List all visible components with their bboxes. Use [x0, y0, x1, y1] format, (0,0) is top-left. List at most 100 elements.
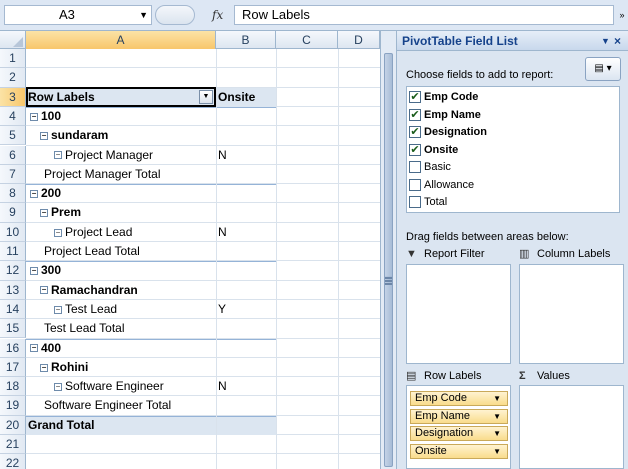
cell-a[interactable]: − Test Lead [54, 300, 117, 319]
cell-b[interactable]: Onsite [218, 88, 255, 107]
collapse-icon[interactable]: − [30, 344, 38, 353]
row-header[interactable]: 14 [0, 299, 26, 320]
cell-a[interactable]: −400 [30, 339, 61, 358]
row-header[interactable]: 15 [0, 319, 26, 339]
cell-b[interactable]: Y [218, 300, 226, 319]
collapse-icon[interactable]: − [54, 151, 62, 160]
checkbox-checked[interactable]: ✔ [409, 108, 421, 121]
cell-a[interactable]: −200 [30, 184, 61, 203]
field-item[interactable]: ✔ Emp Name [409, 107, 481, 124]
cell-b[interactable]: N [218, 223, 227, 242]
cell-a[interactable]: − Project Lead [54, 223, 132, 242]
collapse-icon[interactable]: − [30, 112, 38, 121]
row-header[interactable]: 9 [0, 203, 26, 223]
row-header[interactable]: 18 [0, 377, 26, 397]
close-icon[interactable]: × [614, 31, 621, 51]
cell-a[interactable]: Test Lead Total [44, 319, 125, 338]
column-header-b[interactable]: B [216, 31, 276, 49]
row-field-pill[interactable]: Emp Code ▼ [410, 391, 508, 406]
collapse-icon[interactable]: − [54, 228, 62, 237]
chevron-down-icon[interactable]: ▼ [493, 410, 501, 423]
row-header[interactable]: 21 [0, 435, 26, 455]
row-labels-area[interactable]: Emp Code ▼ Emp Name ▼ Designation ▼ Onsite ▼ [406, 385, 511, 469]
cell-a[interactable]: − Project Manager [54, 146, 153, 165]
row-header[interactable]: 17 [0, 357, 26, 378]
row-header[interactable]: 1 [0, 49, 26, 69]
formula-input[interactable]: Row Labels [234, 5, 614, 25]
cell-a[interactable]: Project Manager Total [44, 165, 161, 184]
row-header[interactable]: 3 [0, 87, 26, 107]
row-field-pill[interactable]: Onsite ▼ [410, 443, 508, 459]
field-item[interactable]: Basic [409, 159, 451, 176]
spreadsheet-grid[interactable]: A B C D 1 2 3 Row Labels Onsite 4−100 5− sundar… [0, 31, 380, 469]
collapse-icon[interactable]: − [40, 209, 48, 218]
checkbox-checked[interactable]: ✔ [409, 143, 421, 156]
column-header-a[interactable]: A [26, 31, 216, 49]
cell-a[interactable]: Row Labels [28, 88, 95, 107]
field-item[interactable]: ✔ Emp Code [409, 89, 478, 106]
row-header[interactable]: 5 [0, 126, 26, 146]
row-header[interactable]: 11 [0, 242, 26, 262]
checkbox-unchecked[interactable] [409, 161, 421, 174]
checkbox-unchecked[interactable] [409, 196, 421, 209]
field-item[interactable]: Allowance [409, 177, 474, 194]
cell-b[interactable]: N [218, 377, 227, 396]
select-all-button[interactable] [0, 31, 26, 49]
cell-a[interactable]: − Software Engineer [54, 377, 164, 396]
chevron-down-icon[interactable]: ▼ [493, 392, 501, 405]
cell-a[interactable]: −100 [30, 107, 61, 126]
row-header[interactable]: 2 [0, 68, 26, 88]
row-header[interactable]: 6 [0, 145, 26, 165]
row-header[interactable]: 19 [0, 396, 26, 416]
row-field-pill[interactable]: Emp Name ▼ [410, 408, 508, 424]
row-header[interactable]: 4 [0, 106, 26, 127]
cell-a[interactable]: Software Engineer Total [44, 396, 171, 415]
row-header[interactable]: 12 [0, 261, 26, 281]
collapse-icon[interactable]: − [54, 382, 62, 391]
cell-a[interactable]: − Ramachandran [40, 281, 138, 300]
collapse-icon[interactable]: − [54, 305, 62, 314]
report-filter-area[interactable] [406, 264, 511, 364]
scrollbar-thumb[interactable] [384, 53, 393, 467]
row-header[interactable]: 22 [0, 454, 26, 469]
row-header[interactable]: 16 [0, 338, 26, 358]
checkbox-checked[interactable]: ✔ [409, 126, 421, 139]
field-item[interactable]: ✔ Onsite [409, 142, 458, 159]
name-box[interactable]: A3 ▼ [4, 5, 152, 25]
cell-a[interactable]: Project Lead Total [44, 242, 140, 261]
collapse-icon[interactable]: − [40, 363, 48, 372]
row-field-pill[interactable]: Designation ▼ [410, 426, 508, 441]
formula-bar-divider[interactable] [155, 5, 195, 25]
column-header-c[interactable]: C [276, 31, 338, 49]
pane-options-chevron-icon[interactable]: ▼ [601, 31, 610, 51]
cell-a[interactable]: Grand Total [28, 416, 94, 435]
field-layout-button[interactable]: ▤ ▾ [585, 57, 621, 81]
field-item[interactable]: ✔ Designation [409, 124, 487, 141]
chevron-down-icon[interactable]: ▼ [493, 427, 501, 440]
collapse-icon[interactable]: − [40, 132, 48, 141]
column-header-d[interactable]: D [338, 31, 380, 49]
insert-function-icon[interactable]: fx [212, 5, 223, 25]
vertical-scrollbar[interactable]: ▬ ▬ ▬ [380, 31, 396, 469]
cell-a[interactable]: − Prem [40, 203, 81, 222]
expand-formula-bar-icon[interactable]: » [616, 5, 628, 25]
row-header[interactable]: 13 [0, 280, 26, 300]
checkbox-checked[interactable]: ✔ [409, 91, 421, 104]
collapse-icon[interactable]: − [30, 189, 38, 198]
row-header[interactable]: 7 [0, 164, 26, 185]
field-item[interactable]: Total [409, 194, 447, 211]
collapse-icon[interactable]: − [30, 267, 38, 276]
checkbox-unchecked[interactable] [409, 178, 421, 191]
cell-a[interactable]: − Rohini [40, 358, 88, 377]
cell-a[interactable]: −300 [30, 261, 61, 280]
values-area[interactable] [519, 385, 624, 469]
row-labels-filter-dropdown[interactable]: ▼ [199, 90, 213, 104]
row-header[interactable]: 20 [0, 415, 26, 435]
cell-b[interactable]: N [218, 146, 227, 165]
cell-a[interactable]: − sundaram [40, 126, 108, 145]
collapse-icon[interactable]: − [40, 286, 48, 295]
column-labels-area[interactable] [519, 264, 624, 364]
row-header[interactable]: 8 [0, 184, 26, 204]
chevron-down-icon[interactable]: ▼ [493, 445, 501, 458]
row-header[interactable]: 10 [0, 222, 26, 242]
